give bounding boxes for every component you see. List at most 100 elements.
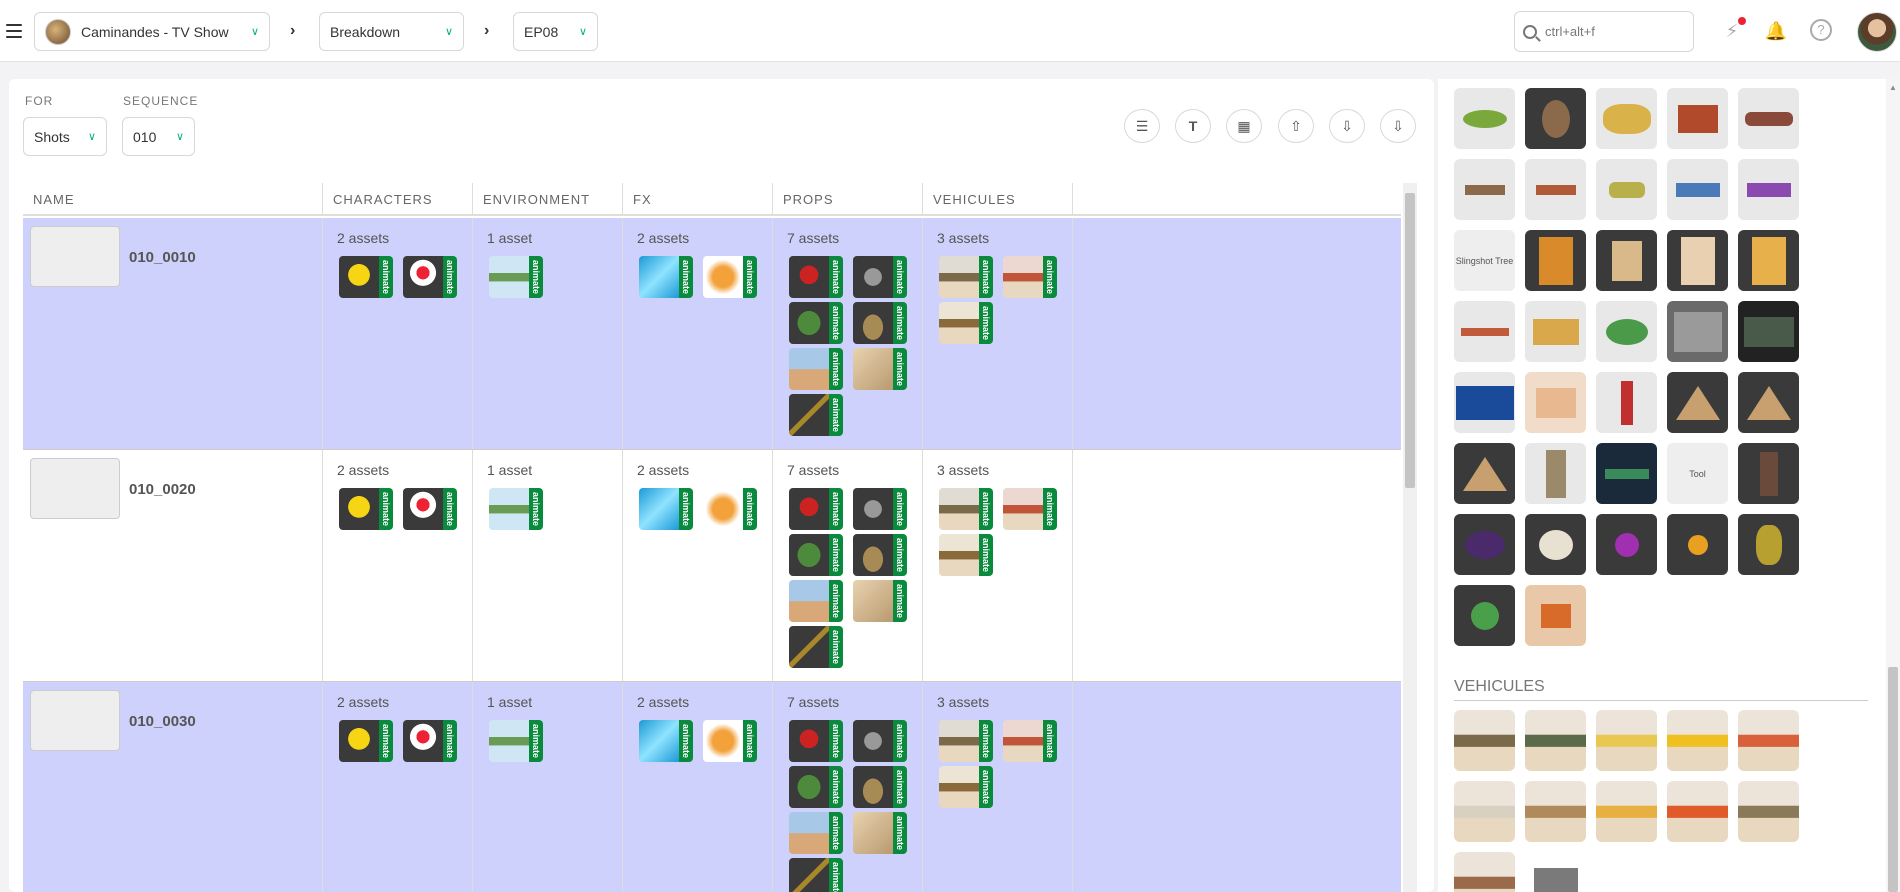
asset-prop[interactable]: animate: [789, 580, 843, 622]
characters-cell[interactable]: 2 assets animate animate: [323, 682, 473, 892]
asset-prop[interactable]: animate: [789, 766, 843, 808]
asset-penguin[interactable]: animate: [403, 488, 457, 530]
library-scrollbar[interactable]: ▲: [1886, 79, 1900, 892]
asset-prop[interactable]: animate: [789, 488, 843, 530]
asset-prop[interactable]: animate: [853, 766, 907, 808]
library-asset-tile[interactable]: [1454, 88, 1515, 149]
library-vehicle-tile[interactable]: [1525, 852, 1586, 892]
asset-vehicle[interactable]: animate: [939, 488, 993, 530]
library-vehicle-tile[interactable]: [1454, 710, 1515, 771]
asset-chick[interactable]: animate: [339, 256, 393, 298]
library-vehicle-tile[interactable]: [1667, 710, 1728, 771]
library-scrollbar-thumb[interactable]: [1888, 667, 1898, 892]
library-asset-tile[interactable]: [1525, 585, 1586, 646]
asset-chick[interactable]: animate: [339, 488, 393, 530]
table-row[interactable]: 010_0010 2 assets animate animate 1 asse…: [23, 218, 1401, 450]
environment-cell[interactable]: 1 asset animate: [473, 218, 623, 449]
library-asset-tile[interactable]: [1738, 230, 1799, 291]
text-mode-button[interactable]: T: [1175, 109, 1211, 143]
library-asset-tile[interactable]: [1596, 88, 1657, 149]
grid-mode-button[interactable]: ▦: [1226, 109, 1262, 143]
library-asset-tile[interactable]: [1738, 372, 1799, 433]
news-icon[interactable]: ⚡: [1720, 17, 1746, 43]
table-row[interactable]: 010_0030 2 assets animate animate 1 asse…: [23, 682, 1401, 892]
library-vehicle-tile[interactable]: [1454, 781, 1515, 842]
table-scrollbar[interactable]: [1403, 183, 1417, 892]
library-asset-tile[interactable]: [1738, 514, 1799, 575]
asset-vehicle[interactable]: animate: [1003, 256, 1057, 298]
table-row[interactable]: 010_0020 2 assets animate animate 1 asse…: [23, 450, 1401, 682]
column-header-fx[interactable]: FX: [623, 183, 773, 216]
asset-prop[interactable]: animate: [789, 626, 843, 668]
library-asset-tile[interactable]: [1596, 372, 1657, 433]
asset-prop[interactable]: animate: [853, 580, 907, 622]
section-select[interactable]: Breakdown ∨: [319, 12, 464, 51]
library-vehicle-tile[interactable]: [1525, 710, 1586, 771]
library-asset-tile[interactable]: [1454, 585, 1515, 646]
for-select[interactable]: Shots ∨: [23, 117, 107, 156]
library-asset-tile[interactable]: [1454, 301, 1515, 362]
asset-prop[interactable]: animate: [789, 394, 843, 436]
characters-cell[interactable]: 2 assets animate animate: [323, 450, 473, 681]
library-asset-tile[interactable]: [1667, 230, 1728, 291]
menu-icon[interactable]: [6, 24, 22, 38]
props-cell[interactable]: 7 assets animate animate animate animate…: [773, 218, 923, 449]
library-asset-tile[interactable]: [1667, 372, 1728, 433]
asset-fx-fire[interactable]: animate: [703, 488, 757, 530]
database-button[interactable]: ☰: [1124, 109, 1160, 143]
library-asset-tile[interactable]: [1596, 230, 1657, 291]
asset-vehicle[interactable]: animate: [939, 766, 993, 808]
asset-vehicle[interactable]: animate: [939, 720, 993, 762]
asset-prop[interactable]: animate: [789, 256, 843, 298]
vehicules-cell[interactable]: 3 assets animate animate animate: [923, 682, 1073, 892]
import-button[interactable]: ⇧: [1278, 109, 1314, 143]
library-asset-tile[interactable]: [1738, 443, 1799, 504]
library-asset-tile[interactable]: [1667, 514, 1728, 575]
asset-fx-fire[interactable]: animate: [703, 720, 757, 762]
asset-prop[interactable]: animate: [789, 858, 843, 892]
library-asset-tile[interactable]: [1667, 88, 1728, 149]
characters-cell[interactable]: 2 assets animate animate: [323, 218, 473, 449]
shot-name[interactable]: 010_0030: [129, 713, 196, 730]
library-asset-tile[interactable]: [1738, 88, 1799, 149]
shot-name[interactable]: 010_0020: [129, 481, 196, 498]
asset-environment[interactable]: animate: [489, 720, 543, 762]
asset-prop[interactable]: animate: [853, 302, 907, 344]
table-scrollbar-thumb[interactable]: [1405, 193, 1415, 488]
export-button[interactable]: ⇩: [1329, 109, 1365, 143]
asset-vehicle[interactable]: animate: [1003, 720, 1057, 762]
asset-prop[interactable]: animate: [789, 302, 843, 344]
library-asset-tile[interactable]: [1738, 159, 1799, 220]
column-header-name[interactable]: NAME: [23, 183, 323, 216]
asset-fx-water[interactable]: animate: [639, 256, 693, 298]
search-input[interactable]: ctrl+alt+f: [1514, 11, 1694, 52]
asset-prop[interactable]: animate: [853, 488, 907, 530]
column-header-vehicules[interactable]: VEHICULES: [923, 183, 1073, 216]
asset-prop[interactable]: animate: [789, 348, 843, 390]
asset-fx-water[interactable]: animate: [639, 720, 693, 762]
fx-cell[interactable]: 2 assets animate animate: [623, 682, 773, 892]
asset-penguin[interactable]: animate: [403, 720, 457, 762]
sequence-select[interactable]: 010 ∨: [122, 117, 195, 156]
asset-environment[interactable]: animate: [489, 256, 543, 298]
asset-fx-fire[interactable]: animate: [703, 256, 757, 298]
props-cell[interactable]: 7 assets animate animate animate animate…: [773, 450, 923, 681]
asset-prop[interactable]: animate: [789, 720, 843, 762]
asset-prop[interactable]: animate: [789, 812, 843, 854]
library-vehicle-tile[interactable]: [1454, 852, 1515, 892]
asset-environment[interactable]: animate: [489, 488, 543, 530]
library-asset-tile[interactable]: [1454, 372, 1515, 433]
asset-penguin[interactable]: animate: [403, 256, 457, 298]
user-avatar[interactable]: [1857, 12, 1897, 52]
library-asset-tile[interactable]: [1525, 443, 1586, 504]
column-header-props[interactable]: PROPS: [773, 183, 923, 216]
fx-cell[interactable]: 2 assets animate animate: [623, 218, 773, 449]
asset-prop[interactable]: animate: [853, 720, 907, 762]
library-vehicle-tile[interactable]: [1738, 781, 1799, 842]
library-asset-tile[interactable]: [1454, 443, 1515, 504]
library-asset-tile[interactable]: [1596, 443, 1657, 504]
asset-vehicle[interactable]: animate: [939, 302, 993, 344]
library-asset-tile[interactable]: [1525, 159, 1586, 220]
library-vehicle-tile[interactable]: [1738, 710, 1799, 771]
environment-cell[interactable]: 1 asset animate: [473, 450, 623, 681]
